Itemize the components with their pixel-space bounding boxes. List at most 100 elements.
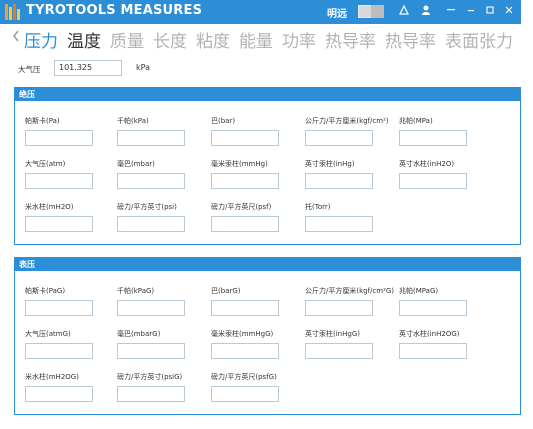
absolute-field-input[interactable] — [305, 130, 373, 146]
absolute-field-13: 托(Torr) — [305, 202, 395, 232]
absolute-pressure-panel: 绝压 帕斯卡(Pa) 千帕(kPa) 巴(bar) 公斤力/平方厘米(kgf/cm²)… — [14, 87, 521, 245]
absolute-field-input[interactable] — [211, 216, 279, 232]
gauge-field-label: 磅力/平方英寸(psiG) — [117, 373, 183, 381]
menu-icon[interactable] — [443, 4, 459, 20]
title-bar: TYROTOOLS MEASURES 明远 — [0, 0, 521, 24]
tab-pressure[interactable]: 压力 — [24, 27, 58, 52]
absolute-field-12: 磅力/平方英尺(psf) — [211, 202, 301, 232]
tab-length[interactable]: 长度 — [153, 27, 187, 52]
gauge-field-label: 英寸汞柱(inHgG) — [305, 330, 360, 338]
absolute-field-label: 帕斯卡(Pa) — [25, 117, 60, 125]
tab-thermal-conductivity-2[interactable]: 热导率 — [385, 27, 436, 52]
gauge-field-label: 磅力/平方英尺(psfG) — [211, 373, 277, 381]
tab-thermal-conductivity[interactable]: 热导率 — [325, 27, 376, 52]
tab-mass[interactable]: 质量 — [110, 27, 144, 52]
absolute-field-input[interactable] — [25, 130, 93, 146]
app-logo-icon — [5, 4, 21, 20]
absolute-field-8: 英寸汞柱(inHg) — [305, 159, 395, 189]
absolute-field-label: 英寸汞柱(inHg) — [305, 160, 355, 168]
gauge-field-5: 大气压(atmG) — [25, 329, 115, 359]
gauge-field-input[interactable] — [117, 343, 185, 359]
absolute-field-input[interactable] — [305, 216, 373, 232]
absolute-field-input[interactable] — [399, 173, 467, 189]
gauge-field-3: 公斤力/平方厘米(kgf/cm²G) — [305, 286, 395, 316]
main-input-unit: kPa — [136, 63, 150, 72]
absolute-field-label: 兆帕(MPa) — [399, 117, 433, 125]
absolute-field-input[interactable] — [25, 216, 93, 232]
gauge-field-11: 磅力/平方英寸(psiG) — [117, 372, 207, 402]
user-settings-icon[interactable] — [419, 4, 435, 20]
gauge-field-input[interactable] — [305, 300, 373, 316]
absolute-field-input[interactable] — [117, 216, 185, 232]
absolute-field-label: 毫米汞柱(mmHg) — [211, 160, 268, 168]
absolute-field-label: 巴(bar) — [211, 117, 236, 125]
absolute-field-input[interactable] — [117, 173, 185, 189]
gauge-field-input[interactable] — [117, 386, 185, 402]
main-input-field[interactable]: 101.325 — [54, 60, 122, 76]
gauge-field-label: 毫巴(mbarG) — [117, 330, 161, 338]
absolute-field-11: 磅力/平方英寸(psi) — [117, 202, 207, 232]
app-title: TYROTOOLS MEASURES — [26, 3, 203, 18]
absolute-field-9: 英寸水柱(inH2O) — [399, 159, 489, 189]
gauge-field-input[interactable] — [211, 300, 279, 316]
absolute-field-label: 千帕(kPa) — [117, 117, 149, 125]
gauge-field-1: 千帕(kPaG) — [117, 286, 207, 316]
user-name[interactable]: 明远 — [327, 5, 347, 20]
gauge-field-input[interactable] — [399, 343, 467, 359]
absolute-field-label: 磅力/平方英寸(psi) — [117, 203, 177, 211]
maximize-icon[interactable] — [482, 4, 498, 20]
gauge-field-input[interactable] — [211, 343, 279, 359]
absolute-field-label: 英寸水柱(inH2O) — [399, 160, 455, 168]
gauge-field-label: 米水柱(mH2OG) — [25, 373, 79, 381]
absolute-field-label: 大气压(atm) — [25, 160, 66, 168]
absolute-field-3: 公斤力/平方厘米(kgf/cm²) — [305, 116, 395, 146]
gauge-field-12: 磅力/平方英尺(psfG) — [211, 372, 301, 402]
skin-icon[interactable] — [396, 4, 412, 20]
gauge-field-0: 帕斯卡(PaG) — [25, 286, 115, 316]
tab-temperature[interactable]: 温度 — [67, 27, 101, 52]
tab-energy[interactable]: 能量 — [239, 27, 273, 52]
gauge-field-input[interactable] — [25, 343, 93, 359]
gauge-field-label: 公斤力/平方厘米(kgf/cm²G) — [305, 287, 395, 295]
absolute-field-2: 巴(bar) — [211, 116, 301, 146]
absolute-field-input[interactable] — [117, 130, 185, 146]
absolute-panel-title: 绝压 — [15, 88, 520, 101]
absolute-field-label: 公斤力/平方厘米(kgf/cm²) — [305, 117, 389, 125]
absolute-field-5: 大气压(atm) — [25, 159, 115, 189]
gauge-field-input[interactable] — [399, 300, 467, 316]
gauge-field-label: 英寸水柱(inH2OG) — [399, 330, 460, 338]
absolute-field-input[interactable] — [305, 173, 373, 189]
absolute-field-input[interactable] — [399, 130, 467, 146]
absolute-field-input[interactable] — [25, 173, 93, 189]
tab-power[interactable]: 功率 — [282, 27, 316, 52]
gauge-field-input[interactable] — [305, 343, 373, 359]
gauge-field-9: 英寸水柱(inH2OG) — [399, 329, 489, 359]
gauge-field-label: 千帕(kPaG) — [117, 287, 155, 295]
gauge-field-input[interactable] — [211, 386, 279, 402]
gauge-field-7: 毫米汞柱(mmHgG) — [211, 329, 301, 359]
absolute-field-label: 米水柱(mH2O) — [25, 203, 74, 211]
tab-surface-tension[interactable]: 表面张力 — [445, 27, 513, 52]
absolute-field-label: 托(Torr) — [305, 203, 331, 211]
gauge-pressure-panel: 表压 帕斯卡(PaG) 千帕(kPaG) 巴(barG) 公斤力/平方厘米(kgf/c… — [14, 257, 521, 415]
absolute-field-10: 米水柱(mH2O) — [25, 202, 115, 232]
gauge-field-8: 英寸汞柱(inHgG) — [305, 329, 395, 359]
tab-viscosity[interactable]: 粘度 — [196, 27, 230, 52]
main-input-row: 大气压 101.325 kPa — [18, 60, 178, 78]
absolute-field-input[interactable] — [211, 173, 279, 189]
absolute-field-6: 毫巴(mbar) — [117, 159, 207, 189]
absolute-field-0: 帕斯卡(Pa) — [25, 116, 115, 146]
gauge-field-2: 巴(barG) — [211, 286, 301, 316]
gauge-field-6: 毫巴(mbarG) — [117, 329, 207, 359]
nav-prev-icon[interactable] — [12, 28, 20, 47]
gauge-field-input[interactable] — [25, 386, 93, 402]
minimize-icon[interactable] — [463, 4, 479, 20]
category-tabs: 压力 温度 质量 长度 粘度 能量 功率 热导率 热导率 表面张力 — [24, 27, 513, 52]
gauge-field-4: 兆帕(MPaG) — [399, 286, 489, 316]
gauge-field-input[interactable] — [25, 300, 93, 316]
gauge-field-label: 大气压(atmG) — [25, 330, 71, 338]
gauge-field-label: 毫米汞柱(mmHgG) — [211, 330, 274, 338]
absolute-field-input[interactable] — [211, 130, 279, 146]
close-icon[interactable] — [501, 4, 517, 20]
gauge-field-input[interactable] — [117, 300, 185, 316]
